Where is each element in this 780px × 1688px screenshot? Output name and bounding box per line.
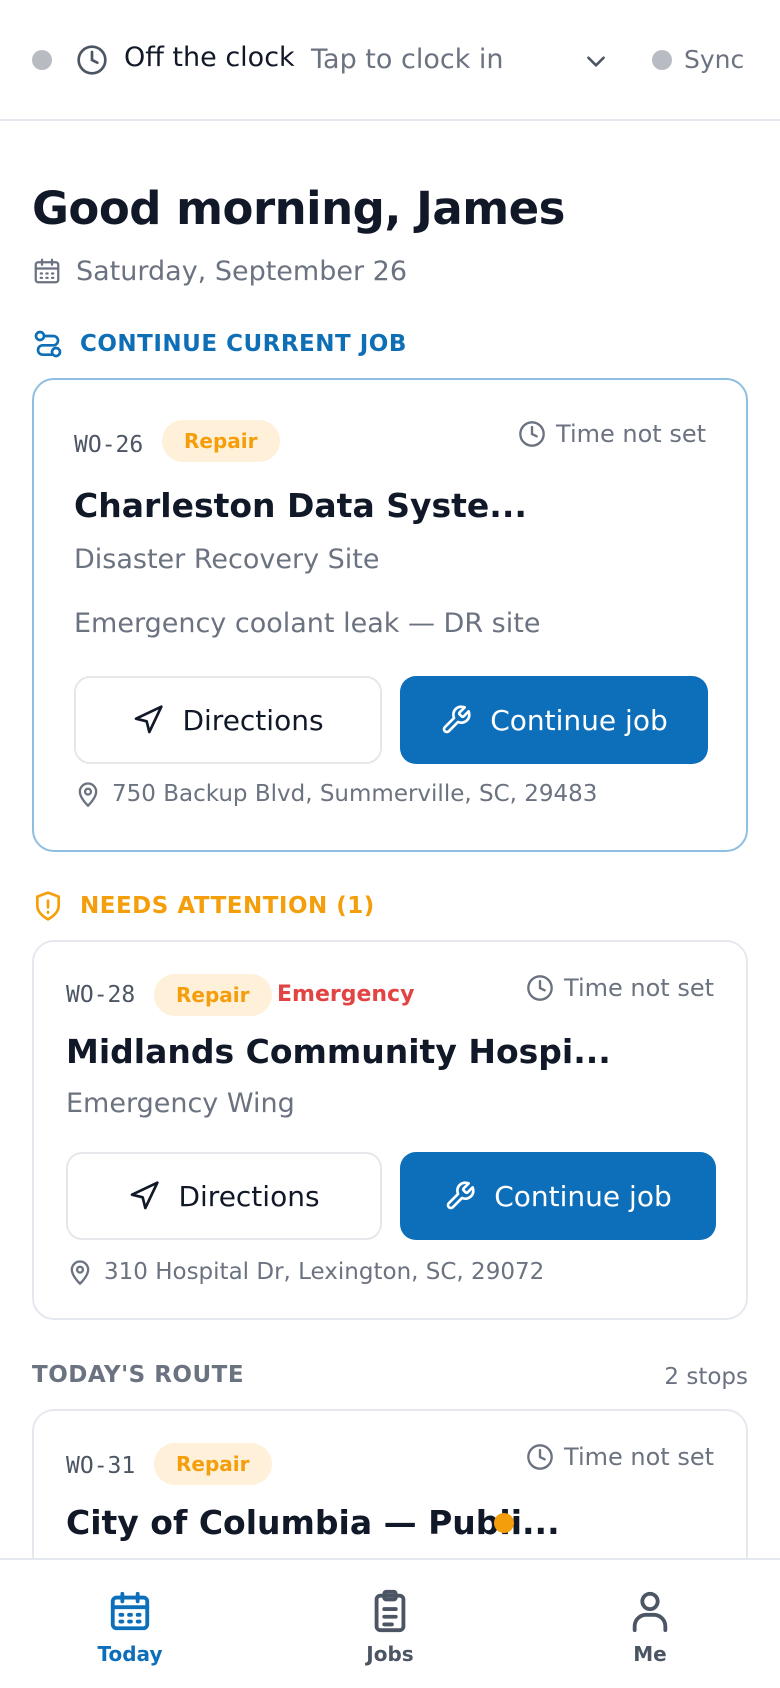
navigation-arrow-icon <box>135 705 164 734</box>
section-label: NEEDS ATTENTION (1) <box>80 893 375 919</box>
work-order-id: WO-28 <box>66 982 136 1008</box>
route-icon <box>34 330 62 358</box>
wrench-icon <box>442 705 471 734</box>
job-type-badge: Repair <box>162 420 280 462</box>
clock-status-dot <box>32 50 52 70</box>
section-label: TODAY'S ROUTE <box>32 1362 245 1388</box>
job-description: Emergency coolant leak — DR site <box>74 608 541 639</box>
job-address[interactable]: 310 Hospital Dr, Lexington, SC, 29072 <box>66 1258 544 1286</box>
clock-icon <box>527 1444 553 1470</box>
bottom-nav: Today Jobs Me <box>0 1558 780 1688</box>
section-label: CONTINUE CURRENT JOB <box>80 331 407 357</box>
clipboard-list-icon <box>374 1589 406 1633</box>
sync-button[interactable]: Sync <box>684 45 744 74</box>
job-time: Time not set <box>526 974 714 1002</box>
priority-label: Emergency <box>277 982 415 1007</box>
job-time: Time not set <box>518 420 706 448</box>
job-title[interactable]: City of Columbia — Publi... <box>66 1503 560 1542</box>
navigation-arrow-icon <box>131 1181 160 1210</box>
status-dot <box>494 1513 514 1533</box>
sync-status-dot <box>652 50 672 70</box>
job-site: Emergency Wing <box>66 1088 295 1119</box>
map-pin-icon <box>78 782 98 808</box>
job-title[interactable]: Midlands Community Hospi... <box>66 1032 611 1071</box>
calendar-icon <box>110 1591 150 1631</box>
page-title: Good morning, James <box>32 182 565 235</box>
directions-button[interactable]: Directions <box>66 1152 382 1240</box>
today-date: Saturday, September 26 <box>76 255 408 287</box>
clock-in-hint[interactable]: Tap to clock in <box>311 44 504 75</box>
date-row: Saturday, September 26 <box>32 253 407 289</box>
section-continue-current-job: CONTINUE CURRENT JOB <box>32 328 407 360</box>
clock-bar[interactable]: Off the clock Tap to clock in Sync <box>0 0 780 121</box>
nav-tab-today[interactable]: Today <box>60 1588 200 1666</box>
route-stop-count: 2 stops <box>664 1364 748 1390</box>
shield-alert-icon <box>36 891 60 921</box>
calendar-icon <box>34 258 60 284</box>
nav-tab-jobs[interactable]: Jobs <box>320 1588 460 1666</box>
clock-icon <box>519 421 545 447</box>
chevron-down-icon[interactable] <box>583 48 609 74</box>
job-site: Disaster Recovery Site <box>74 544 380 575</box>
job-time: Time not set <box>526 1443 714 1471</box>
work-order-id: WO-26 <box>74 432 144 458</box>
nav-tab-me[interactable]: Me <box>580 1588 720 1666</box>
continue-job-button[interactable]: Continue job <box>400 676 708 764</box>
clock-icon <box>527 975 553 1001</box>
job-address[interactable]: 750 Backup Blvd, Summerville, SC, 29483 <box>74 780 597 808</box>
job-type-badge: Repair <box>154 974 272 1016</box>
work-order-id: WO-31 <box>66 1453 136 1479</box>
job-title[interactable]: Charleston Data Syste... <box>74 486 527 525</box>
clock-icon <box>77 45 107 75</box>
user-icon <box>632 1591 668 1633</box>
current-job-card[interactable]: WO-26 Repair Time not set Charleston Dat… <box>32 378 748 852</box>
clock-status-label: Off the clock <box>124 42 295 73</box>
attention-job-card[interactable]: WO-28 Repair Emergency Time not set Midl… <box>32 940 748 1320</box>
map-pin-icon <box>70 1260 90 1286</box>
wrench-icon <box>446 1181 475 1210</box>
section-todays-route: TODAY'S ROUTE <box>32 1362 244 1388</box>
section-needs-attention: NEEDS ATTENTION (1) <box>32 890 375 922</box>
directions-button[interactable]: Directions <box>74 676 382 764</box>
continue-job-button[interactable]: Continue job <box>400 1152 716 1240</box>
job-type-badge: Repair <box>154 1443 272 1485</box>
